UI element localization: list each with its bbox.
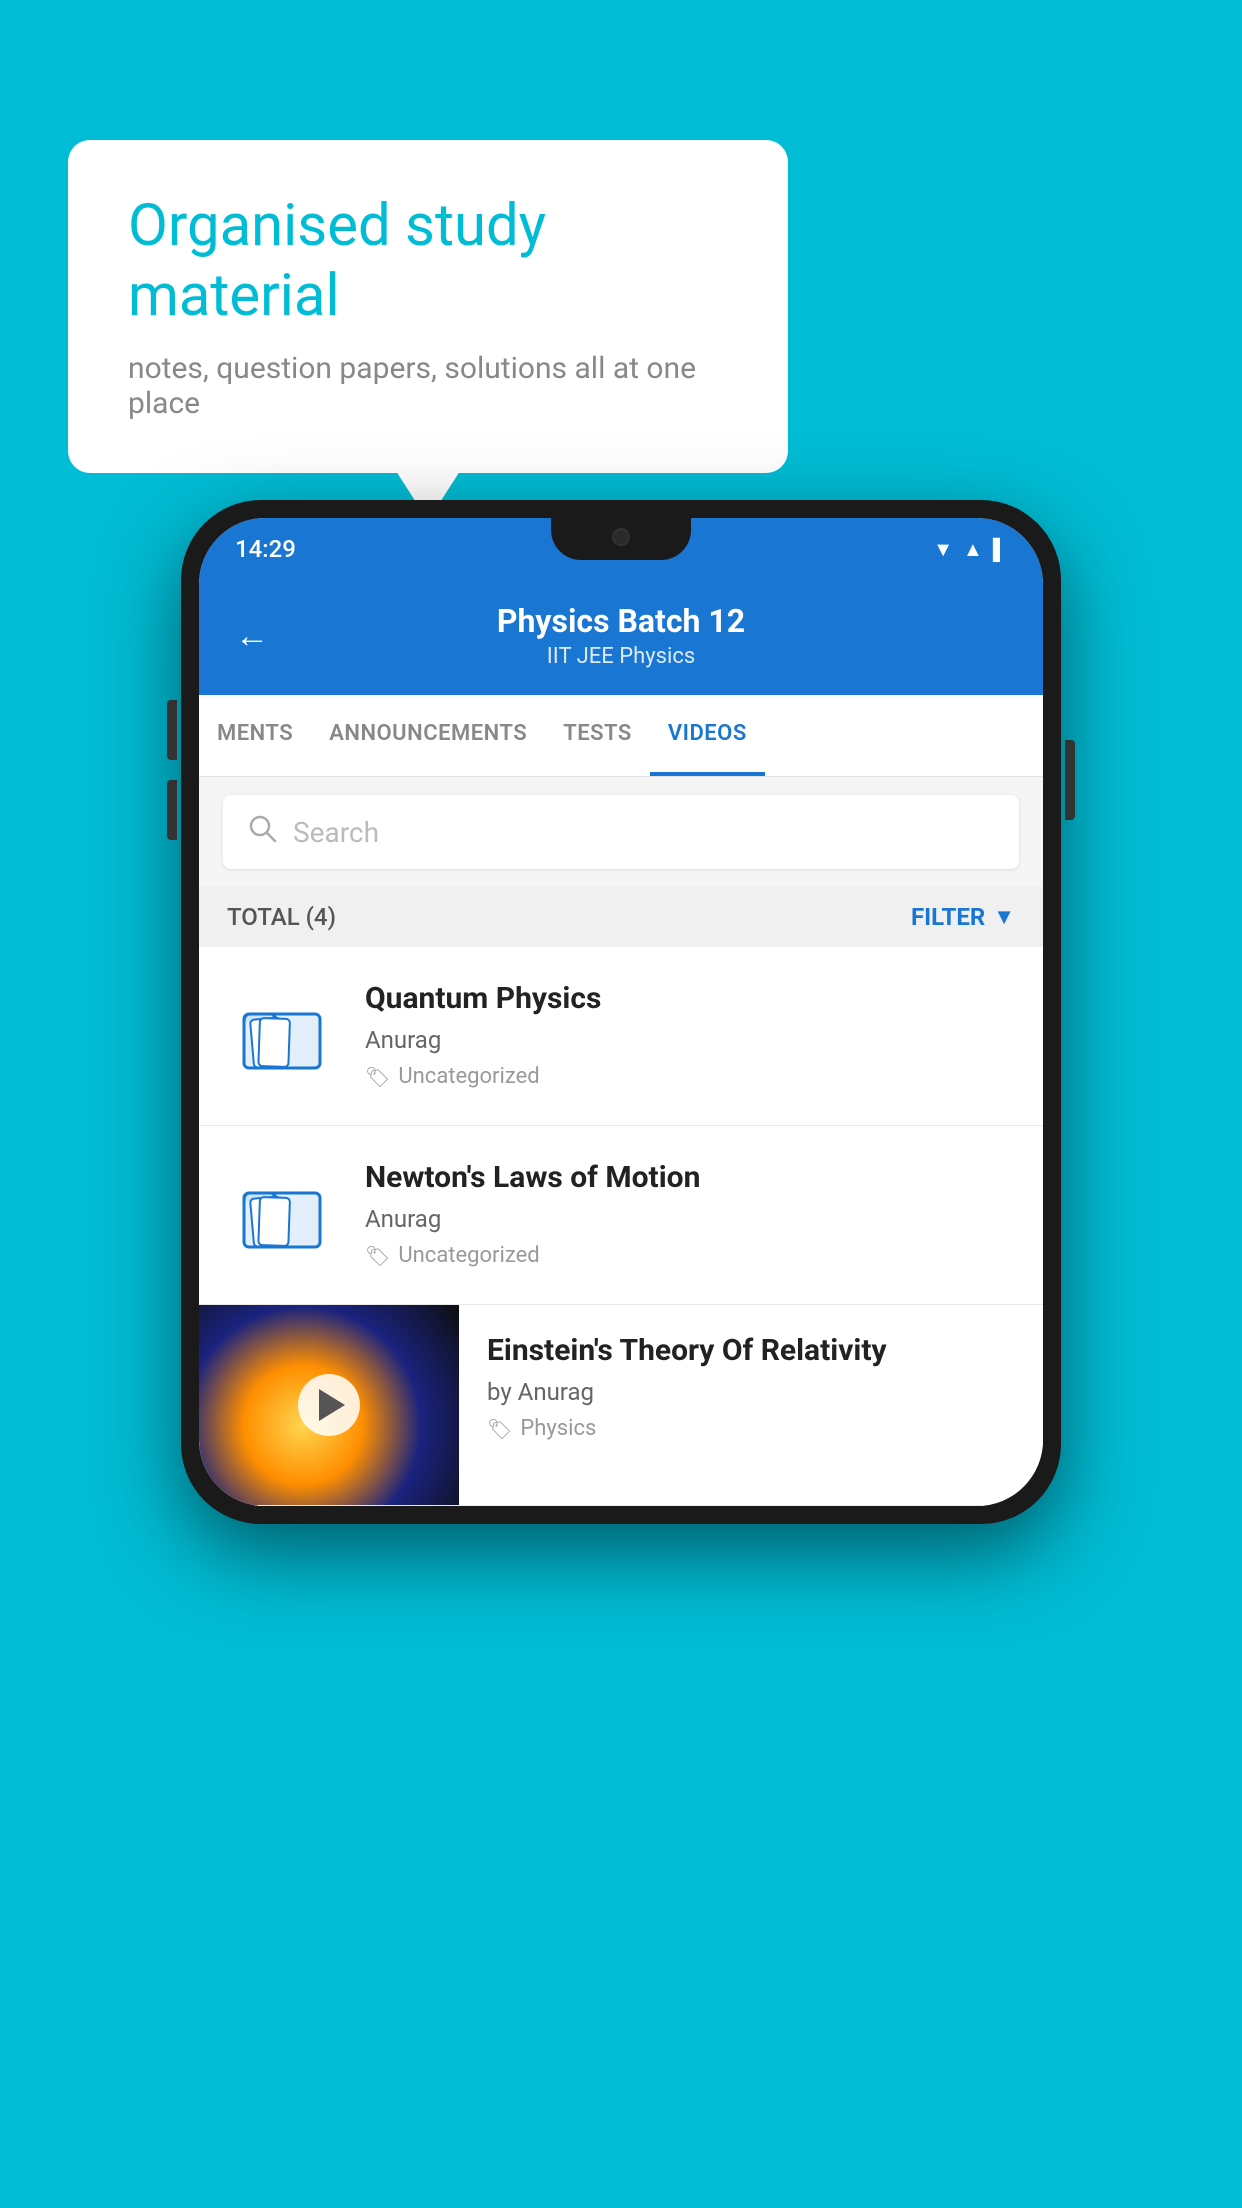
video-tag: 🏷 Uncategorized [365,1064,1015,1089]
volume-up-button[interactable] [167,700,177,760]
filter-row: TOTAL (4) FILTER ▼ [199,887,1043,947]
tag-icon: 🏷 [365,1065,390,1089]
video-info: Quantum Physics Anurag 🏷 Uncategorized [365,981,1015,1089]
signal-icon: ▲ [963,537,983,562]
play-button[interactable] [298,1374,360,1436]
tabs-row: MENTS ANNOUNCEMENTS TESTS VIDEOS [199,695,1043,777]
tag-label: Physics [520,1416,596,1441]
header-title-group: Physics Batch 12 IIT JEE Physics [297,602,945,669]
notch [551,518,691,560]
phone-outer: 14:29 ▼ ▲ ▌ ← Physics Batch 12 IIT JEE P… [181,500,1061,1524]
battery-icon: ▌ [993,537,1007,562]
tab-announcements[interactable]: ANNOUNCEMENTS [311,695,545,776]
video-author: Anurag [365,1205,1015,1233]
filter-icon: ▼ [993,904,1015,930]
tag-label: Uncategorized [398,1064,539,1089]
video-thumbnail [199,1305,459,1505]
play-icon [319,1389,345,1421]
speech-bubble-container: Organised study material notes, question… [68,140,788,473]
video-title: Newton's Laws of Motion [365,1160,1015,1195]
video-tag: 🏷 Uncategorized [365,1243,1015,1268]
total-count: TOTAL (4) [227,903,336,931]
list-item[interactable]: Einstein's Theory Of Relativity by Anura… [199,1305,1043,1506]
folder-icon [232,1165,332,1265]
camera [612,528,630,546]
tag-icon: 🏷 [487,1417,512,1441]
list-item[interactable]: Quantum Physics Anurag 🏷 Uncategorized [199,947,1043,1126]
search-bar: Search [199,777,1043,887]
tab-ments[interactable]: MENTS [199,695,311,776]
tab-videos[interactable]: VIDEOS [650,695,765,776]
tag-icon: 🏷 [365,1244,390,1268]
batch-subtitle: IIT JEE Physics [297,644,945,669]
filter-button[interactable]: FILTER ▼ [911,903,1015,931]
video-title: Quantum Physics [365,981,1015,1016]
video-list: Quantum Physics Anurag 🏷 Uncategorized [199,947,1043,1506]
bubble-title: Organised study material [128,192,728,331]
power-button[interactable] [1065,740,1075,820]
video-thumb-folder [227,981,337,1091]
folder-icon [232,986,332,1086]
phone: 14:29 ▼ ▲ ▌ ← Physics Batch 12 IIT JEE P… [181,500,1061,1524]
bubble-subtitle: notes, question papers, solutions all at… [128,351,728,421]
back-button[interactable]: ← [235,616,269,656]
video-info: Newton's Laws of Motion Anurag 🏷 Uncateg… [365,1160,1015,1268]
volume-down-button[interactable] [167,780,177,840]
status-icons: ▼ ▲ ▌ [933,537,1007,562]
video-tag: 🏷 Physics [487,1416,1015,1441]
filter-label: FILTER [911,903,985,931]
list-item[interactable]: Newton's Laws of Motion Anurag 🏷 Uncateg… [199,1126,1043,1305]
wifi-icon: ▼ [933,537,953,562]
phone-screen: 14:29 ▼ ▲ ▌ ← Physics Batch 12 IIT JEE P… [199,518,1043,1506]
tab-tests[interactable]: TESTS [545,695,650,776]
search-input[interactable]: Search [293,816,379,849]
search-icon [247,813,277,851]
video-author: by Anurag [487,1378,1015,1406]
video-author: Anurag [365,1026,1015,1054]
video-thumb-folder [227,1160,337,1270]
video-info: Einstein's Theory Of Relativity by Anura… [459,1305,1043,1469]
search-input-wrap[interactable]: Search [223,795,1019,869]
status-time: 14:29 [235,535,296,563]
tag-label: Uncategorized [398,1243,539,1268]
batch-title: Physics Batch 12 [297,602,945,640]
app-header: ← Physics Batch 12 IIT JEE Physics [199,580,1043,695]
speech-bubble: Organised study material notes, question… [68,140,788,473]
video-title: Einstein's Theory Of Relativity [487,1333,1015,1368]
status-bar: 14:29 ▼ ▲ ▌ [199,518,1043,580]
